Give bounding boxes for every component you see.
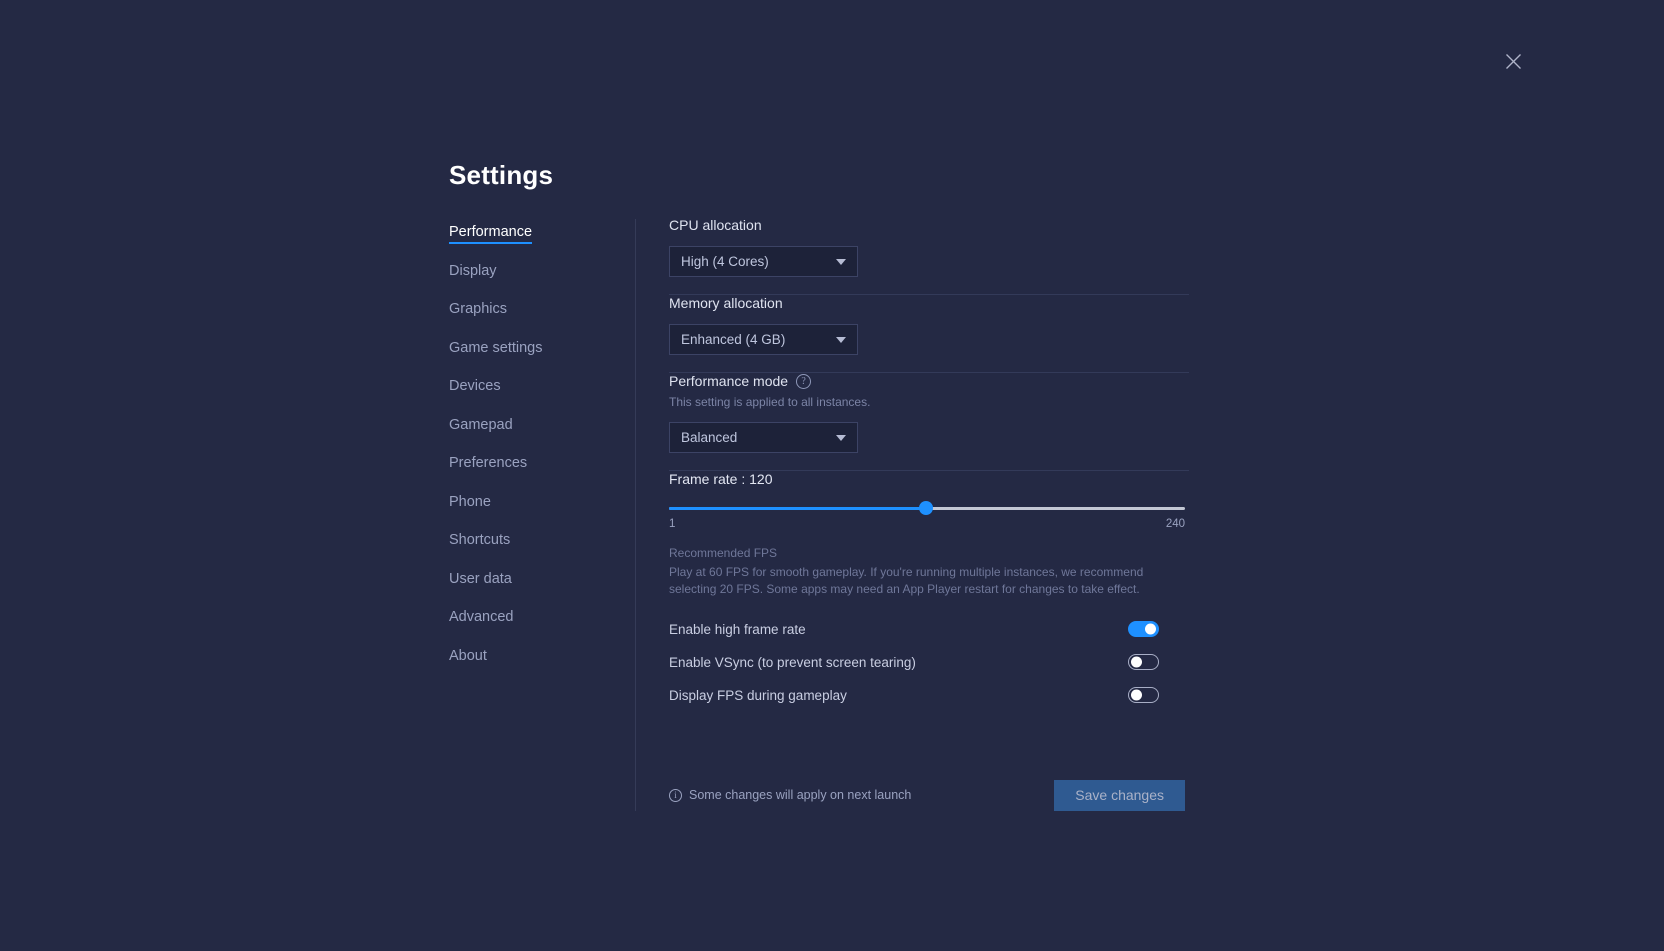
sidebar-item-about[interactable]: About: [449, 649, 487, 668]
sidebar-item-phone[interactable]: Phone: [449, 495, 491, 514]
memory-allocation-select[interactable]: Enhanced (4 GB): [669, 324, 858, 355]
toggle-vsync[interactable]: [1128, 654, 1159, 670]
settings-page: Settings Performance Display Graphics Ga…: [449, 160, 1189, 811]
sidebar-item-preferences[interactable]: Preferences: [449, 456, 527, 475]
toggle-high-frame-rate[interactable]: [1128, 621, 1159, 637]
sidebar-item-display[interactable]: Display: [449, 264, 497, 283]
recommended-fps-title: Recommended FPS: [669, 546, 1189, 560]
performance-mode-value: Balanced: [681, 430, 830, 445]
toggle-label-display-fps: Display FPS during gameplay: [669, 688, 847, 703]
toggle-row-vsync: Enable VSync (to prevent screen tearing): [669, 650, 1159, 675]
frame-rate-section: Frame rate : 120 1 240 Recommended FPS P…: [669, 471, 1189, 733]
cpu-allocation-label: CPU allocation: [669, 217, 1189, 233]
next-launch-note-text: Some changes will apply on next launch: [689, 788, 911, 802]
chevron-down-icon: [836, 435, 846, 441]
frame-rate-slider[interactable]: [669, 501, 1185, 515]
sidebar-item-game-settings[interactable]: Game settings: [449, 341, 543, 360]
performance-mode-label: Performance mode ?: [669, 373, 1189, 389]
help-circle-icon[interactable]: ?: [796, 374, 811, 389]
info-circle-icon: i: [669, 789, 682, 802]
slider-min-label: 1: [669, 518, 675, 530]
settings-content: CPU allocation High (4 Cores) Memory all…: [636, 217, 1189, 811]
performance-mode-label-text: Performance mode: [669, 373, 788, 389]
performance-mode-subtext: This setting is applied to all instances…: [669, 395, 1189, 409]
frame-rate-label: Frame rate : 120: [669, 471, 1189, 487]
slider-thumb[interactable]: [919, 501, 933, 515]
sidebar-item-devices[interactable]: Devices: [449, 379, 501, 398]
performance-mode-select[interactable]: Balanced: [669, 422, 858, 453]
sidebar-item-gamepad[interactable]: Gamepad: [449, 418, 513, 437]
chevron-down-icon: [836, 259, 846, 265]
page-title: Settings: [449, 160, 1189, 191]
sidebar-item-user-data[interactable]: User data: [449, 572, 512, 591]
memory-allocation-section: Memory allocation Enhanced (4 GB): [669, 295, 1189, 372]
toggle-label-high-frame-rate: Enable high frame rate: [669, 622, 806, 637]
performance-mode-section: Performance mode ? This setting is appli…: [669, 373, 1189, 470]
toggle-knob: [1145, 624, 1156, 635]
chevron-down-icon: [836, 337, 846, 343]
next-launch-note: i Some changes will apply on next launch: [669, 788, 911, 802]
sidebar-item-shortcuts[interactable]: Shortcuts: [449, 533, 510, 552]
cpu-allocation-select[interactable]: High (4 Cores): [669, 246, 858, 277]
settings-footer: i Some changes will apply on next launch…: [669, 780, 1185, 811]
settings-body: Performance Display Graphics Game settin…: [449, 217, 1189, 811]
memory-allocation-label: Memory allocation: [669, 295, 1189, 311]
toggle-display-fps[interactable]: [1128, 687, 1159, 703]
save-changes-button[interactable]: Save changes: [1054, 780, 1185, 811]
slider-fill: [669, 507, 926, 510]
toggle-knob: [1131, 657, 1142, 668]
toggle-row-high-frame-rate: Enable high frame rate: [669, 617, 1159, 642]
sidebar-item-advanced[interactable]: Advanced: [449, 610, 514, 629]
memory-allocation-value: Enhanced (4 GB): [681, 332, 830, 347]
settings-window: Settings Performance Display Graphics Ga…: [0, 0, 1664, 951]
slider-scale: 1 240: [669, 518, 1185, 530]
cpu-allocation-section: CPU allocation High (4 Cores): [669, 217, 1189, 294]
settings-sidebar: Performance Display Graphics Game settin…: [449, 217, 635, 685]
cpu-allocation-value: High (4 Cores): [681, 254, 830, 269]
close-icon[interactable]: [1500, 48, 1526, 74]
sidebar-item-graphics[interactable]: Graphics: [449, 302, 507, 321]
toggle-label-vsync: Enable VSync (to prevent screen tearing): [669, 655, 916, 670]
recommended-fps-text: Play at 60 FPS for smooth gameplay. If y…: [669, 564, 1147, 599]
toggle-knob: [1131, 690, 1142, 701]
sidebar-item-performance[interactable]: Performance: [449, 225, 532, 244]
toggle-row-display-fps: Display FPS during gameplay: [669, 683, 1159, 708]
slider-max-label: 240: [1166, 518, 1185, 530]
